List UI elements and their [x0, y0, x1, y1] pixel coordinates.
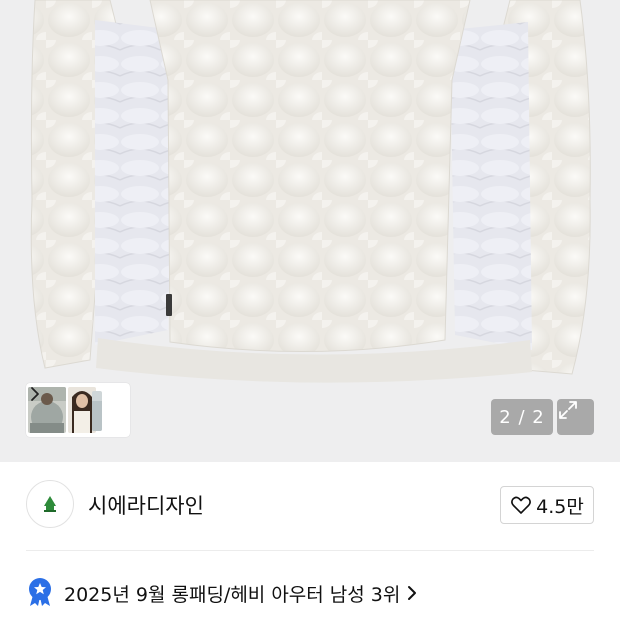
- brand-name[interactable]: 시에라디자인: [88, 490, 204, 520]
- ranking-text: 2025년 9월 롱패딩/헤비 아우터 남성 3위: [64, 584, 401, 606]
- thumbnail-3[interactable]: [92, 391, 102, 431]
- fullscreen-button[interactable]: [557, 399, 594, 435]
- ranking-banner[interactable]: 2025년 9월 롱패딩/헤비 아우터 남성 3위: [0, 568, 620, 616]
- image-counter: 2 / 2: [491, 399, 553, 435]
- like-count: 4.5만: [536, 495, 584, 518]
- ribbon-star-icon: [29, 578, 51, 606]
- chevron-right-icon[interactable]: [405, 584, 419, 602]
- sierra-designs-logo-icon: [44, 496, 56, 512]
- product-image-gallery[interactable]: 2 / 2: [0, 0, 620, 462]
- chevron-right-icon[interactable]: [26, 383, 44, 405]
- brand-section: 시에라디자인 4.5만: [0, 462, 620, 550]
- expand-icon: [559, 401, 577, 419]
- brand-logo[interactable]: [26, 480, 74, 528]
- heart-icon: [511, 496, 532, 514]
- like-button[interactable]: 4.5만: [500, 486, 594, 524]
- section-divider: [26, 550, 594, 551]
- thumbnail-strip[interactable]: [26, 383, 130, 437]
